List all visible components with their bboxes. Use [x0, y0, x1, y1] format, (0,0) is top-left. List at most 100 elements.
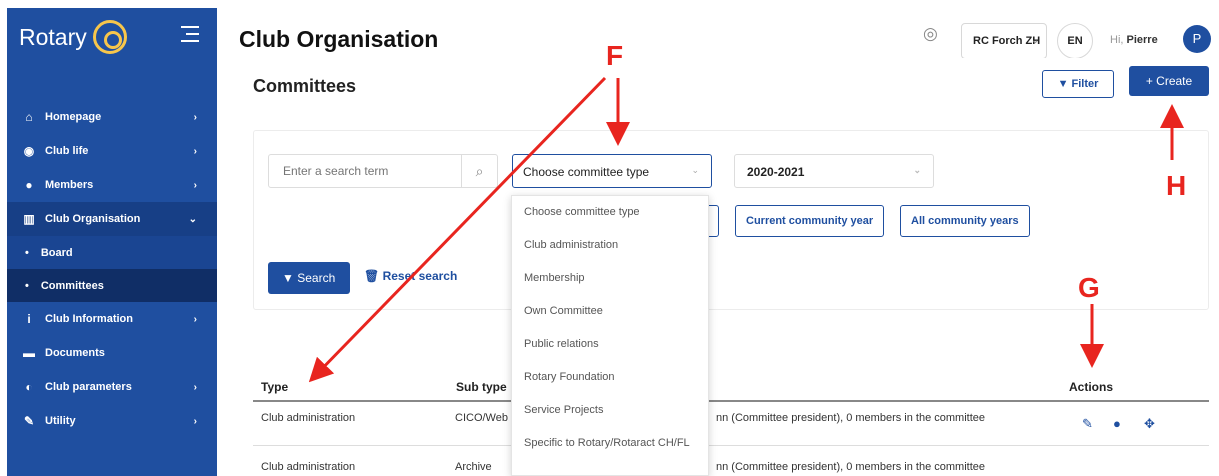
sidebar-item-club-parameters[interactable]: ◐ Club parameters › [7, 370, 217, 404]
rotary-wheel-icon [92, 20, 127, 54]
search-button-label: Search [297, 271, 336, 285]
sidebar-item-label: Members [45, 179, 94, 191]
sidebar-item-committees[interactable]: • Committees [7, 269, 217, 302]
sidebar-item-club-organisation[interactable]: ▥ Club Organisation ⌄ [7, 202, 217, 236]
section-title: Committees [253, 76, 357, 96]
filter-icon: ▼ [1057, 78, 1069, 90]
sidebar-nav: ⌂ Homepage › ◉ Club life › ● Members › ▥… [7, 100, 217, 438]
home-icon: ⌂ [25, 110, 33, 124]
dropdown-option[interactable]: Choose committee type [512, 196, 708, 229]
language-button[interactable]: EN [1057, 23, 1093, 59]
column-type: Type [261, 380, 289, 394]
move-icon[interactable]: ✥ [1144, 416, 1155, 432]
dropdown-option[interactable]: Rotary Foundation [512, 361, 708, 394]
cell-subtype: Archive [455, 461, 492, 473]
sidebar-item-club-information[interactable]: i Club Information › [7, 302, 217, 336]
institution-icon: ▥ [23, 212, 35, 226]
column-actions: Actions [1069, 380, 1114, 394]
sidebar: Rotary ⌂ Homepage › ◉ Club life › ● Memb… [7, 8, 217, 476]
dropdown-option[interactable]: Own Committee [512, 295, 708, 328]
chevron-down-icon: ⌄ [1031, 35, 1039, 45]
info-icon: i [27, 312, 31, 326]
avatar[interactable]: P [1183, 25, 1211, 53]
page-title: Club Organisation [239, 26, 439, 52]
search-box: ⌕ [268, 154, 498, 188]
cell-subtype: CICO/Web [455, 412, 508, 424]
sidebar-item-board[interactable]: • Board [7, 236, 217, 269]
filter-button-label: Filter [1071, 78, 1099, 90]
chevron-right-icon: › [193, 415, 197, 427]
trash-icon: 🗑 [364, 269, 380, 283]
sidebar-item-label: Utility [45, 415, 76, 427]
current-year-button[interactable]: Current community year [735, 205, 885, 237]
sidebar-item-label: Documents [45, 347, 105, 359]
all-years-button[interactable]: All community years [900, 205, 1030, 237]
wrench-icon: ✎ [23, 414, 35, 428]
sidebar-item-members[interactable]: ● Members › [7, 168, 217, 202]
user-icon[interactable]: ● [1113, 416, 1121, 431]
folder-icon: ▬ [23, 346, 35, 360]
create-button[interactable]: + Create [1129, 66, 1209, 96]
sidebar-item-homepage[interactable]: ⌂ Homepage › [7, 100, 217, 134]
main-content: Committees ▼ Filter + Create ⌕ Choose co… [217, 58, 1219, 476]
cell-members: nn (Committee president), 0 members in t… [716, 412, 985, 424]
chevron-right-icon: › [193, 179, 197, 191]
year-select[interactable]: 2020-2021 ⌄ [734, 154, 934, 188]
dropdown-option[interactable]: Club administration [512, 229, 708, 262]
search-input[interactable] [269, 155, 463, 187]
chevron-down-icon: ⌄ [691, 165, 699, 175]
dropdown-option[interactable]: Public relations [512, 328, 708, 361]
user-greeting: Hi, Pierre [1110, 34, 1158, 46]
toggle-icon: ◐ [25, 380, 33, 394]
dropdown-option[interactable]: Membership [512, 262, 708, 295]
chevron-right-icon: › [193, 313, 197, 325]
committee-type-value: Choose committee type [523, 165, 650, 179]
cell-type: Club administration [261, 412, 356, 424]
rotary-logo[interactable]: Rotary [19, 20, 127, 54]
filter-panel: ⌕ Choose committee type ⌄ 2020-2021 ⌄ Cu… [253, 130, 1209, 310]
edit-icon[interactable]: ✎ [1082, 416, 1093, 432]
filter-button[interactable]: ▼ Filter [1042, 70, 1114, 98]
chevron-down-icon: ⌄ [913, 165, 921, 175]
reset-search-button[interactable]: 🗑 Reset search [364, 269, 457, 283]
table-row: Club administration Archive nn (Committe… [253, 451, 1209, 476]
globe-icon: ◉ [23, 144, 35, 158]
menu-collapse-icon[interactable] [181, 26, 199, 47]
cell-type: Club administration [261, 461, 356, 473]
annotation-h: H [1166, 170, 1187, 201]
sidebar-item-club-life[interactable]: ◉ Club life › [7, 134, 217, 168]
globe-icon[interactable]: ◎ [923, 24, 938, 44]
table-row: Club administration CICO/Web nn (Committ… [253, 402, 1209, 446]
chevron-right-icon: › [193, 145, 197, 157]
club-selector[interactable]: RC Forch ZH ⌄ [961, 23, 1047, 59]
user-icon: ● [25, 178, 33, 192]
logo-text: Rotary [19, 23, 87, 50]
committee-type-dropdown: Choose committee type Club administratio… [511, 195, 709, 476]
sidebar-item-label: Club Information [45, 313, 133, 325]
club-selector-value: RC Forch ZH [973, 35, 1041, 47]
column-subtype: Sub type [456, 380, 507, 394]
year-value: 2020-2021 [747, 165, 805, 179]
cell-members: nn (Committee president), 0 members in t… [716, 461, 985, 473]
dropdown-option[interactable]: Specific to Rotary/Rotaract CH/FL [512, 427, 708, 460]
chevron-right-icon: › [193, 111, 197, 123]
annotation-f: F [606, 40, 624, 71]
user-name: Pierre [1126, 34, 1158, 46]
search-button[interactable]: ▼ Search [268, 262, 350, 294]
bullet-icon: • [25, 246, 29, 259]
top-header: Club Organisation ◎ RC Forch ZH ⌄ EN Hi,… [217, 8, 1219, 59]
bullet-icon: • [25, 279, 29, 292]
annotation-g: G [1078, 272, 1100, 303]
sidebar-item-documents[interactable]: ▬ Documents [7, 336, 217, 370]
sidebar-item-utility[interactable]: ✎ Utility › [7, 404, 217, 438]
dropdown-option[interactable]: Service Projects [512, 394, 708, 427]
chevron-right-icon: › [193, 381, 197, 393]
search-icon[interactable]: ⌕ [461, 155, 497, 187]
sidebar-item-label: Committees [40, 279, 104, 292]
committee-type-select[interactable]: Choose committee type ⌄ [512, 154, 712, 188]
sidebar-item-label: Club Organisation [45, 213, 141, 225]
sidebar-item-label: Homepage [45, 111, 102, 123]
table-header: Type Sub type Actions [253, 368, 1209, 402]
reset-search-label: Reset search [382, 269, 458, 283]
sidebar-item-label: Club life [45, 145, 89, 157]
